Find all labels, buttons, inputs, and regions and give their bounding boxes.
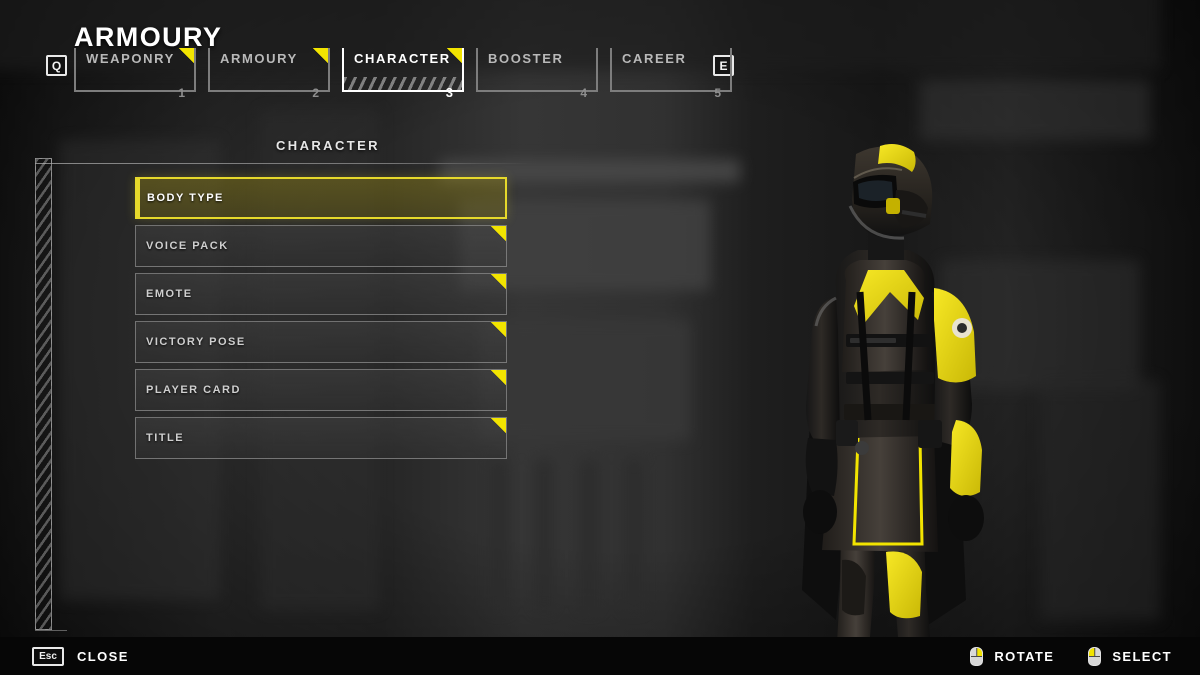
selection-edge <box>137 179 140 217</box>
close-action[interactable]: Esc CLOSE <box>32 646 129 666</box>
panel-rail-foot <box>35 630 67 631</box>
tab-label: WEAPONRY <box>86 51 175 66</box>
list-item-label: BODY TYPE <box>147 192 224 204</box>
list-item-label: PLAYER CARD <box>146 384 241 396</box>
tab-bar: WEAPONRY 1 ARMOURY 2 CHARACTER 3 BOOSTER… <box>74 48 744 100</box>
tab-career[interactable]: CAREER 5 <box>610 48 732 100</box>
list-item-title[interactable]: TITLE <box>135 417 507 459</box>
prev-tab-key-q[interactable]: Q <box>46 55 67 76</box>
footer-left-group: Esc CLOSE <box>32 646 129 666</box>
character-model-preview[interactable] <box>690 120 1120 675</box>
tab-label: CHARACTER <box>354 51 451 66</box>
tab-label: CAREER <box>622 51 687 66</box>
select-label: SELECT <box>1112 648 1172 664</box>
tab-booster[interactable]: BOOSTER 4 <box>476 48 598 100</box>
rotate-label: ROTATE <box>994 648 1055 664</box>
select-action[interactable]: SELECT <box>1088 646 1172 666</box>
list-item-label: TITLE <box>146 432 185 444</box>
yellow-corner-triangle-icon <box>313 48 328 63</box>
footer-right-group: ROTATE SELECT <box>970 646 1172 666</box>
rotate-action[interactable]: ROTATE <box>970 646 1055 666</box>
tab-number: 5 <box>714 86 721 100</box>
mouse-right-button-icon <box>970 646 984 666</box>
yellow-corner-triangle-icon <box>491 418 506 433</box>
tab-number: 3 <box>445 85 453 100</box>
list-item-voice-pack[interactable]: VOICE PACK <box>135 225 507 267</box>
list-item-victory-pose[interactable]: VICTORY POSE <box>135 321 507 363</box>
panel-left-rail <box>35 158 52 630</box>
header: ARMOURY Q E WEAPONRY 1 ARMOURY 2 CHARACT… <box>0 0 1200 110</box>
list-item-label: EMOTE <box>146 288 193 300</box>
tab-label: BOOSTER <box>488 51 564 66</box>
yellow-corner-triangle-icon <box>491 274 506 289</box>
tab-weaponry[interactable]: WEAPONRY 1 <box>74 48 196 100</box>
list-item-player-card[interactable]: PLAYER CARD <box>135 369 507 411</box>
tab-number: 1 <box>178 86 185 100</box>
close-label: CLOSE <box>77 648 129 664</box>
list-item-label: VICTORY POSE <box>146 336 246 348</box>
esc-key-icon: Esc <box>32 646 64 666</box>
panel-title: CHARACTER <box>276 138 380 153</box>
list-item-body-type[interactable]: BODY TYPE <box>135 177 507 219</box>
yellow-corner-triangle-icon <box>179 48 194 63</box>
yellow-corner-triangle-icon <box>491 226 506 241</box>
tab-number: 2 <box>312 86 319 100</box>
yellow-corner-triangle-icon <box>491 370 506 385</box>
mouse-left-button-icon <box>1088 646 1102 666</box>
character-options-list: BODY TYPE VOICE PACK EMOTE VICTORY POSE … <box>135 177 507 465</box>
yellow-corner-triangle-icon <box>491 322 506 337</box>
game-screen: ARMOURY Q E WEAPONRY 1 ARMOURY 2 CHARACT… <box>0 0 1200 675</box>
character-model <box>760 144 1000 675</box>
tab-number: 4 <box>580 86 587 100</box>
footer-hint-bar: Esc CLOSE ROTATE SELECT <box>0 637 1200 675</box>
tab-label: ARMOURY <box>220 51 298 66</box>
tab-character[interactable]: CHARACTER 3 <box>342 48 464 100</box>
character-panel: CHARACTER BODY TYPE VOICE PACK EMOTE VIC… <box>30 130 530 631</box>
list-item-label: VOICE PACK <box>146 240 229 252</box>
tab-armoury[interactable]: ARMOURY 2 <box>208 48 330 100</box>
panel-top-divider <box>35 163 530 164</box>
list-item-emote[interactable]: EMOTE <box>135 273 507 315</box>
